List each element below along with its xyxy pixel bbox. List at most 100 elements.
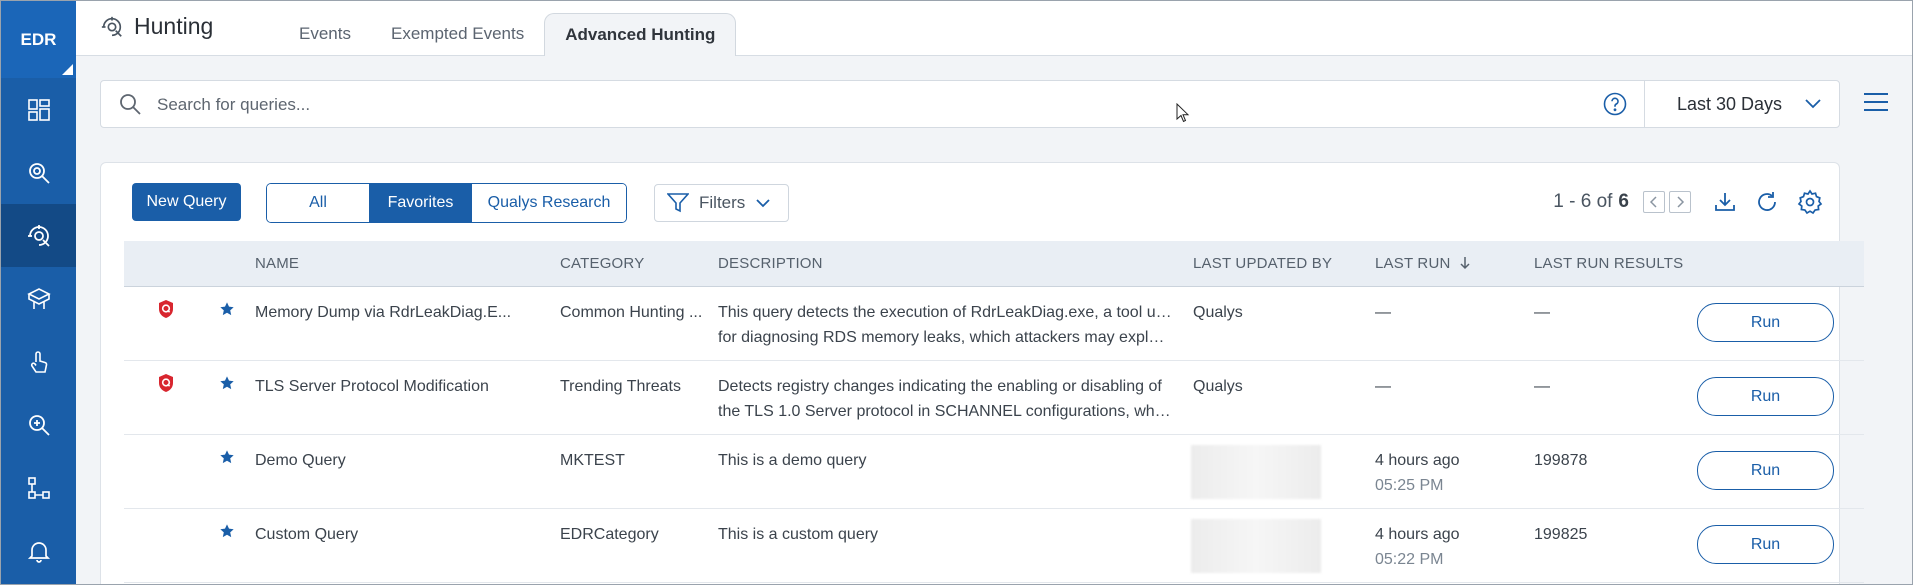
app-window: EDR Hunting Events Exempted Events Advan…	[0, 0, 1913, 585]
sidebar-item-response[interactable]	[1, 330, 76, 393]
segment-qualys-research[interactable]: Qualys Research	[471, 184, 626, 222]
search-icon	[120, 94, 141, 115]
favorite-star-icon[interactable]	[219, 523, 235, 539]
sidebar-item-threat-search[interactable]	[1, 393, 76, 456]
query-category: Trending Threats	[560, 378, 681, 395]
download-icon[interactable]	[1713, 190, 1737, 214]
favorite-star-icon[interactable]	[219, 449, 235, 465]
favorite-star-icon[interactable]	[219, 301, 235, 317]
run-button[interactable]: Run	[1697, 525, 1834, 564]
tab-events[interactable]: Events	[279, 13, 371, 55]
tab-advanced-hunting[interactable]: Advanced Hunting	[544, 13, 737, 56]
segment-all[interactable]: All	[267, 184, 369, 222]
tab-bar: Events Exempted Events Advanced Hunting	[279, 13, 737, 56]
sidebar-item-assets[interactable]	[1, 267, 76, 330]
query-name[interactable]: Memory Dump via RdrLeakDiag.E...	[255, 300, 511, 325]
table-row[interactable]: Custom Query EDRCategory This is a custo…	[124, 509, 1864, 583]
sidebar-item-hunting[interactable]	[1, 204, 76, 267]
query-last-run-results: —	[1534, 304, 1550, 321]
page-title: Hunting	[134, 13, 214, 39]
chevron-down-icon	[756, 199, 770, 208]
query-description: This is a custom query	[718, 522, 1173, 547]
table-row[interactable]: TLS Server Protocol Modification Trendin…	[124, 361, 1864, 435]
query-description-line: This is a demo query	[718, 452, 867, 469]
filter-icon	[667, 193, 689, 213]
query-updated-by: Qualys	[1193, 378, 1243, 395]
query-description: This is a demo query	[718, 448, 1173, 473]
sidebar-item-hierarchy[interactable]	[1, 456, 76, 519]
query-last-run-results: 199825	[1534, 526, 1588, 543]
column-header-last-run-results[interactable]: LAST RUN RESULTS	[1534, 241, 1683, 286]
table-row[interactable]: Demo Query MKTEST This is a demo query 4…	[124, 435, 1864, 509]
query-last-run: —	[1375, 378, 1391, 395]
query-last-run: 4 hours ago 05:25 PM	[1375, 448, 1460, 498]
help-icon[interactable]	[1603, 92, 1627, 116]
query-name[interactable]: TLS Server Protocol Modification	[255, 374, 489, 399]
refresh-icon[interactable]	[1755, 190, 1779, 214]
column-header-last-updated-by[interactable]: LAST UPDATED BY	[1193, 241, 1332, 286]
column-header-name[interactable]: NAME	[255, 241, 299, 286]
pagination-total: 6	[1618, 191, 1629, 212]
query-scope-segmented-control: All Favorites Qualys Research	[266, 183, 627, 223]
qualys-shield-badge-icon	[159, 300, 173, 318]
threat-search-icon	[28, 414, 50, 436]
query-last-run: —	[1375, 304, 1391, 321]
investigate-icon	[28, 162, 50, 184]
queries-panel: New Query All Favorites Qualys Research …	[100, 162, 1864, 584]
segment-favorites[interactable]: Favorites	[369, 184, 471, 222]
sort-descending-icon	[1460, 257, 1470, 270]
chevron-right-icon	[1677, 196, 1685, 208]
column-header-description[interactable]: DESCRIPTION	[718, 241, 823, 286]
next-page-button[interactable]	[1669, 191, 1691, 213]
search-bar: Last 30 Days	[100, 80, 1840, 129]
column-header-category[interactable]: CATEGORY	[560, 241, 644, 286]
dashboard-icon	[27, 98, 50, 121]
query-last-run-results: 199878	[1534, 452, 1588, 469]
query-category: MKTEST	[560, 452, 625, 469]
date-range-select[interactable]: Last 30 Days	[1644, 81, 1840, 127]
query-description-line: the TLS 1.0 Server protocol in SCHANNEL …	[718, 403, 1173, 420]
bell-icon	[27, 541, 50, 563]
mouse-cursor-icon	[1176, 103, 1190, 123]
table-header: NAME CATEGORY DESCRIPTION LAST UPDATED B…	[124, 241, 1864, 287]
query-category: EDRCategory	[560, 526, 659, 543]
settings-gear-icon[interactable]	[1797, 189, 1823, 215]
run-button[interactable]: Run	[1697, 451, 1834, 490]
column-header-last-run-label: LAST RUN	[1375, 255, 1451, 272]
brand-logo[interactable]: EDR	[1, 1, 76, 78]
page-title-group: Hunting	[100, 13, 213, 40]
filters-button[interactable]: Filters	[654, 184, 789, 222]
query-name[interactable]: Custom Query	[255, 522, 358, 547]
search-input[interactable]	[155, 81, 1559, 129]
query-description-line: This is a custom query	[718, 526, 879, 543]
sidebar-item-dashboard[interactable]	[1, 78, 76, 141]
hamburger-menu-icon[interactable]	[1863, 91, 1889, 113]
sidebar-item-investigate[interactable]	[1, 141, 76, 204]
column-header-last-run[interactable]: LAST RUN	[1375, 241, 1471, 286]
query-description-line: Detects registry changes indicating the …	[718, 378, 1162, 395]
query-name[interactable]: Demo Query	[255, 448, 346, 473]
brand-corner-indicator	[62, 64, 73, 75]
chevron-down-icon	[1805, 99, 1821, 109]
query-last-run: 4 hours ago 05:22 PM	[1375, 522, 1460, 572]
run-button[interactable]: Run	[1697, 303, 1834, 342]
hunting-icon	[27, 224, 50, 247]
tab-exempted-events[interactable]: Exempted Events	[371, 13, 544, 55]
date-range-value: Last 30 Days	[1677, 93, 1783, 114]
pagination-range: 1 - 6 of	[1553, 191, 1613, 212]
qualys-shield-badge-icon	[159, 374, 173, 392]
filters-label: Filters	[699, 193, 746, 212]
run-button[interactable]: Run	[1697, 377, 1834, 416]
query-last-run-time: 05:22 PM	[1375, 551, 1444, 568]
queries-table: NAME CATEGORY DESCRIPTION LAST UPDATED B…	[124, 241, 1864, 583]
table-row[interactable]: Memory Dump via RdrLeakDiag.E... Common …	[124, 287, 1864, 361]
query-updated-by: Qualys	[1193, 304, 1243, 321]
assets-icon	[26, 287, 51, 309]
hierarchy-icon	[27, 476, 50, 499]
query-category: Common Hunting ...	[560, 304, 703, 321]
sidebar-item-notifications[interactable]	[1, 519, 76, 582]
new-query-button[interactable]: New Query	[132, 183, 241, 221]
prev-page-button[interactable]	[1643, 191, 1665, 213]
favorite-star-icon[interactable]	[219, 375, 235, 391]
query-last-run-relative: 4 hours ago	[1375, 526, 1460, 543]
